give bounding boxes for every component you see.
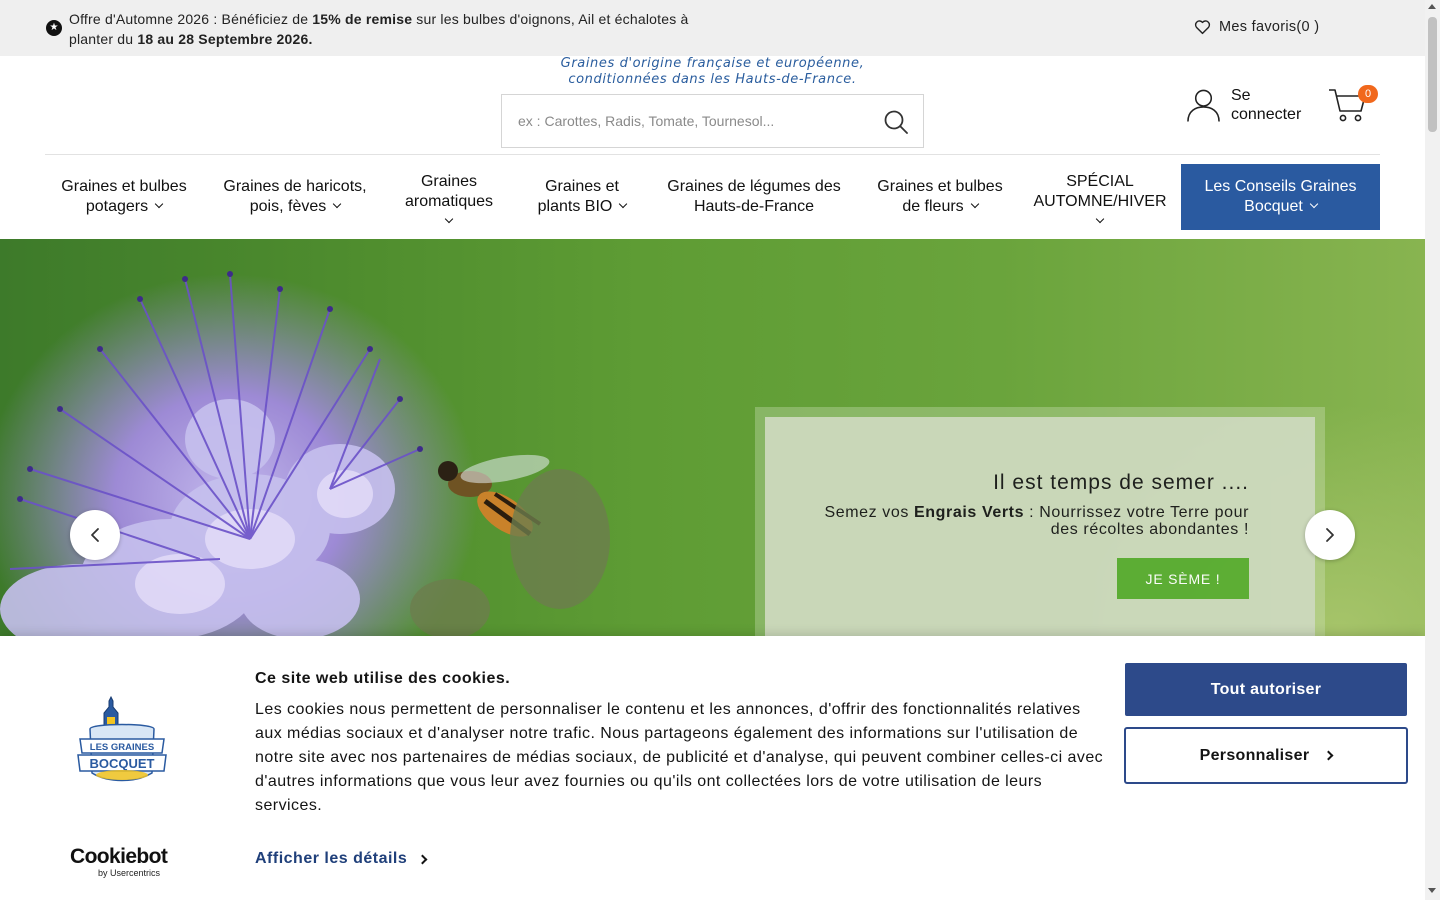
star-badge-icon: ★ [46, 20, 62, 36]
header-divider [45, 154, 1380, 155]
nav-item-conseils[interactable]: Les Conseils Graines Bocquet [1181, 164, 1380, 230]
account-label: Se connecter [1231, 87, 1302, 123]
nav-label: SPÉCIAL AUTOMNE/HIVER [1033, 173, 1167, 210]
chevron-down-icon [1309, 199, 1319, 209]
cookie-banner: LES GRAINES BOCQUET Cookiebot by Usercen… [0, 636, 1425, 900]
nav-item-hauts-de-france[interactable]: Graines de légumes des Hauts-de-France [659, 164, 849, 230]
hero-image-phacelia-bee [0, 271, 610, 636]
chevron-right-icon [1323, 750, 1334, 761]
search-input[interactable] [502, 95, 862, 147]
scroll-down-arrow-icon[interactable] [1428, 888, 1436, 893]
graines-bocquet-logo: LES GRAINES BOCQUET [77, 695, 167, 782]
tagline: Graines d'origine française et européenn… [500, 56, 925, 88]
chevron-down-icon [619, 199, 628, 209]
scroll-up-arrow-icon[interactable] [1428, 4, 1436, 9]
hero-card-panel: Il est temps de semer .... Semez vos Eng… [765, 417, 1315, 636]
favorites-link[interactable]: Mes favoris(0 ) [1194, 19, 1319, 35]
hero-subtitle: Semez vos Engrais Verts : Nourrissez vot… [824, 504, 1249, 538]
nav-label: Graines et plants BIO [537, 178, 619, 215]
account-link[interactable]: Se connecter [1186, 86, 1311, 124]
chevron-right-icon [1326, 528, 1334, 542]
search-icon[interactable] [883, 109, 909, 135]
chevron-down-icon [1095, 214, 1105, 224]
nav-item-automne-hiver[interactable]: SPÉCIAL AUTOMNE/HIVER [1027, 164, 1173, 230]
cookie-title: Ce site web utilise des cookies. [255, 670, 511, 687]
nav-label: Graines de légumes des Hauts-de-France [667, 178, 841, 215]
nav-label: Graines et bulbes potagers [61, 178, 187, 215]
nav-item-haricots[interactable]: Graines de haricots, pois, fèves [215, 164, 375, 230]
chevron-down-icon [970, 199, 979, 209]
cart-count-badge: 0 [1358, 85, 1378, 103]
nav-item-potagers[interactable]: Graines et bulbes potagers [45, 164, 203, 230]
allow-all-button[interactable]: Tout autoriser [1125, 663, 1407, 716]
slider-next-button[interactable] [1305, 510, 1355, 560]
cart-button[interactable]: 0 [1328, 85, 1378, 126]
hero-title: Il est temps de semer .... [993, 471, 1249, 494]
show-details-link[interactable]: Afficher les détails [255, 850, 428, 868]
show-details-label: Afficher les détails [255, 850, 408, 867]
cookie-description: Les cookies nous permettent de personnal… [255, 701, 1104, 814]
nav-item-fleurs[interactable]: Graines et bulbes de fleurs [867, 164, 1013, 230]
chevron-down-icon [332, 199, 342, 209]
page-scrollbar[interactable] [1425, 0, 1440, 900]
hero-cta-button[interactable]: JE SÈME ! [1117, 558, 1249, 599]
cookiebot-brand: Cookiebot by Usercentrics [70, 846, 180, 879]
customize-button[interactable]: Personnaliser [1124, 727, 1408, 784]
hero-card: Il est temps de semer .... Semez vos Eng… [755, 407, 1325, 636]
nav-item-bio[interactable]: Graines et plants BIO [523, 164, 641, 230]
user-icon [1187, 89, 1220, 122]
tagline-line-1: Graines d'origine française et européenn… [560, 56, 865, 71]
tagline-line-2: conditionnées dans les Hauts-de-France. [568, 72, 857, 87]
svg-text:LES GRAINES: LES GRAINES [90, 742, 154, 753]
nav-label: Graines aromatiques [404, 173, 494, 210]
heart-icon [1194, 20, 1211, 35]
hero-slider: Il est temps de semer .... Semez vos Eng… [0, 239, 1425, 636]
cookiebot-name: Cookiebot [70, 845, 168, 868]
nav-item-aromatiques[interactable]: Graines aromatiques [393, 164, 505, 230]
promo-bar: ★ Offre d'Automne 2026 : Bénéficiez de 1… [0, 0, 1425, 56]
main-nav: Graines et bulbes potagers Graines de ha… [45, 164, 1380, 230]
chevron-down-icon [154, 199, 164, 209]
promo-text: Offre d'Automne 2026 : Bénéficiez de 15%… [69, 11, 689, 47]
svg-text:BOCQUET: BOCQUET [90, 756, 155, 771]
nav-label: Les Conseils Graines Bocquet [1204, 178, 1357, 215]
cookiebot-by: by Usercentrics [98, 868, 161, 878]
chevron-down-icon [444, 214, 454, 224]
chevron-left-icon [91, 528, 99, 542]
favorites-label: Mes favoris(0 ) [1219, 19, 1320, 35]
chevron-right-icon [417, 854, 428, 864]
slider-prev-button[interactable] [70, 510, 120, 560]
nav-label: Graines et bulbes de fleurs [877, 178, 1003, 215]
nav-label: Graines de haricots, pois, fèves [223, 178, 367, 215]
customize-label: Personnaliser [1199, 746, 1310, 764]
search-box [501, 94, 924, 148]
scrollbar-thumb[interactable] [1428, 17, 1437, 132]
